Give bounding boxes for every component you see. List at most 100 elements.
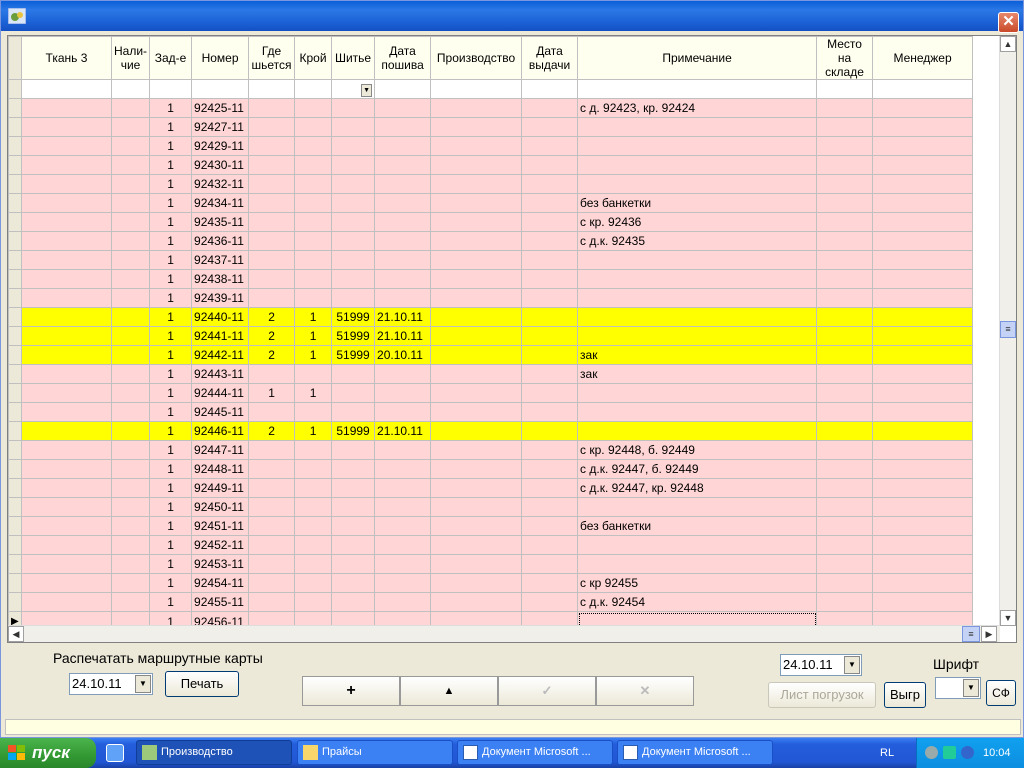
cell-mesto[interactable] <box>816 345 874 365</box>
cell-tkan3[interactable] <box>21 98 112 118</box>
cell-zad[interactable]: 1 <box>149 98 193 118</box>
cell-data-poshiva[interactable] <box>374 193 432 213</box>
cell-data-vydachi[interactable] <box>521 212 579 232</box>
cell-nalichie[interactable] <box>110 231 151 251</box>
cell-data-vydachi[interactable] <box>521 573 579 593</box>
cell-data-vydachi[interactable] <box>521 250 579 270</box>
cell-shitye[interactable] <box>331 174 376 194</box>
cell-primechanie[interactable]: без банкетки <box>577 516 818 536</box>
cell-mesto[interactable] <box>816 269 874 289</box>
cell-nomer[interactable]: 92449-11 <box>191 478 250 498</box>
cell-shitye[interactable] <box>331 98 376 118</box>
row-selector[interactable] <box>8 288 22 308</box>
cell-proizvodstvo[interactable] <box>430 231 523 251</box>
chevron-down-icon[interactable]: ▼ <box>844 656 860 674</box>
filter-cell[interactable] <box>21 79 112 99</box>
col-header[interactable]: Ткань 3 <box>21 36 112 80</box>
cell-zad[interactable]: 1 <box>149 288 193 308</box>
cell-kroy[interactable] <box>294 117 333 137</box>
col-header[interactable]: Дата пошива <box>374 36 432 80</box>
cell-shitye[interactable] <box>331 231 376 251</box>
cell-tkan3[interactable] <box>21 307 112 327</box>
font-select[interactable]: ▼ <box>935 677 981 699</box>
cell-gde[interactable] <box>248 98 296 118</box>
cell-menedzher[interactable] <box>872 231 974 251</box>
cell-shitye[interactable] <box>331 383 376 403</box>
add-record-button[interactable]: + <box>302 676 400 706</box>
cell-mesto[interactable] <box>816 516 874 536</box>
cell-nomer[interactable]: 92444-11 <box>191 383 250 403</box>
cell-primechanie[interactable] <box>577 535 818 555</box>
col-header[interactable]: Номер <box>191 36 250 80</box>
table-row[interactable]: 1 92445-11 <box>8 402 974 422</box>
cell-mesto[interactable] <box>816 98 874 118</box>
cell-proizvodstvo[interactable] <box>430 383 523 403</box>
cell-shitye[interactable] <box>331 497 376 517</box>
cell-shitye[interactable] <box>331 592 376 612</box>
cell-nalichie[interactable] <box>110 459 151 479</box>
cell-primechanie[interactable]: с кр 92455 <box>577 573 818 593</box>
cell-zad[interactable]: 1 <box>149 326 193 346</box>
cell-proizvodstvo[interactable] <box>430 136 523 156</box>
cell-gde[interactable] <box>248 155 296 175</box>
cell-tkan3[interactable] <box>21 364 112 384</box>
row-selector[interactable] <box>8 155 22 175</box>
cell-data-poshiva[interactable] <box>374 535 432 555</box>
cell-data-poshiva[interactable]: 21.10.11 <box>374 307 432 327</box>
chevron-down-icon[interactable]: ▼ <box>361 83 373 97</box>
export-button[interactable]: Выгр <box>884 682 926 708</box>
start-button[interactable]: пуск <box>0 738 96 768</box>
table-row[interactable]: 1 92429-11 <box>8 136 974 156</box>
scroll-thumb[interactable]: ≡ <box>1000 321 1016 338</box>
cell-tkan3[interactable] <box>21 592 112 612</box>
cell-tkan3[interactable] <box>21 535 112 555</box>
cell-proizvodstvo[interactable] <box>430 117 523 137</box>
cell-proizvodstvo[interactable] <box>430 326 523 346</box>
cell-shitye[interactable] <box>331 136 376 156</box>
cell-kroy[interactable] <box>294 554 333 574</box>
cell-data-poshiva[interactable] <box>374 516 432 536</box>
row-selector[interactable] <box>8 98 22 118</box>
scroll-left-button[interactable]: ◀ <box>8 626 24 642</box>
cell-nomer[interactable]: 92432-11 <box>191 174 250 194</box>
cell-nomer[interactable]: 92453-11 <box>191 554 250 574</box>
cell-primechanie[interactable]: с д.к. 92454 <box>577 592 818 612</box>
scroll-up-button[interactable]: ▲ <box>1000 36 1016 52</box>
cell-menedzher[interactable] <box>872 440 974 460</box>
cell-tkan3[interactable] <box>21 554 112 574</box>
cell-zad[interactable]: 1 <box>149 402 193 422</box>
cell-kroy[interactable] <box>294 459 333 479</box>
cell-shitye[interactable]: 51999 <box>331 307 376 327</box>
table-row[interactable]: 1 92451-11 без банкетки <box>8 516 974 536</box>
scroll-down-button[interactable]: ▼ <box>1000 610 1016 626</box>
cell-kroy[interactable] <box>294 402 333 422</box>
table-row[interactable]: 1 92427-11 <box>8 117 974 137</box>
cell-mesto[interactable] <box>816 231 874 251</box>
cell-nomer[interactable]: 92455-11 <box>191 592 250 612</box>
vertical-scrollbar[interactable]: ▲ ≡ ▼ <box>999 36 1016 626</box>
cell-menedzher[interactable] <box>872 250 974 270</box>
cell-proizvodstvo[interactable] <box>430 421 523 441</box>
cell-zad[interactable]: 1 <box>149 592 193 612</box>
cell-tkan3[interactable] <box>21 155 112 175</box>
data-grid[interactable]: Ткань 3 Нали-чие Зад-е Номер Где шьется … <box>7 35 1017 643</box>
cell-shitye[interactable] <box>331 478 376 498</box>
cell-zad[interactable]: 1 <box>149 440 193 460</box>
table-row[interactable]: 1 92438-11 <box>8 269 974 289</box>
cell-kroy[interactable] <box>294 155 333 175</box>
cell-nalichie[interactable] <box>110 136 151 156</box>
cell-nalichie[interactable] <box>110 250 151 270</box>
row-selector[interactable] <box>8 402 22 422</box>
move-up-button[interactable]: ▲ <box>400 676 498 706</box>
cell-tkan3[interactable] <box>21 136 112 156</box>
cell-nalichie[interactable] <box>110 98 151 118</box>
cell-data-vydachi[interactable] <box>521 326 579 346</box>
row-selector[interactable] <box>8 573 22 593</box>
col-header[interactable]: Место на складе <box>816 36 874 80</box>
cell-proizvodstvo[interactable] <box>430 592 523 612</box>
cell-zad[interactable]: 1 <box>149 535 193 555</box>
confirm-button[interactable]: ✓ <box>498 676 596 706</box>
cell-primechanie[interactable] <box>577 497 818 517</box>
scroll-right-button[interactable]: ▶ <box>981 626 997 642</box>
cell-kroy[interactable] <box>294 288 333 308</box>
